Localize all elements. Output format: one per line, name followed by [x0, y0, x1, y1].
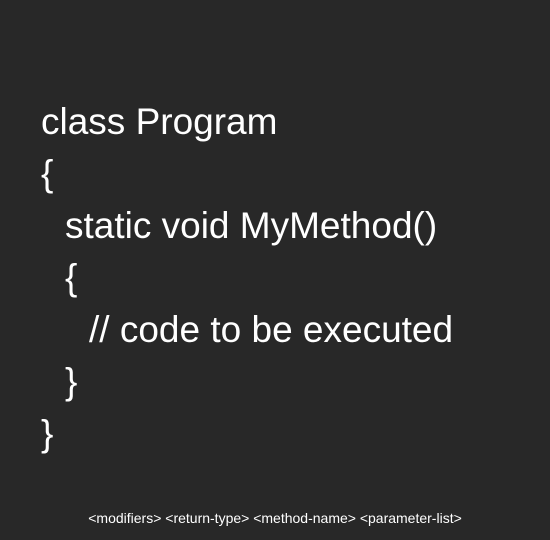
code-line-comment: // code to be executed: [89, 309, 454, 350]
code-snippet: class Program { static void MyMethod() {…: [0, 0, 550, 540]
method-syntax-caption: <modifiers> <return-type> <method-name> …: [88, 510, 462, 526]
code-line-class-open-brace: {: [41, 153, 54, 194]
code-line-method-close-brace: }: [65, 361, 78, 402]
code-line-class-close-brace: }: [41, 413, 54, 454]
code-line-method-open-brace: {: [65, 257, 78, 298]
code-line-class-declaration: class Program: [41, 101, 278, 142]
code-line-method-signature: static void MyMethod(): [65, 205, 438, 246]
